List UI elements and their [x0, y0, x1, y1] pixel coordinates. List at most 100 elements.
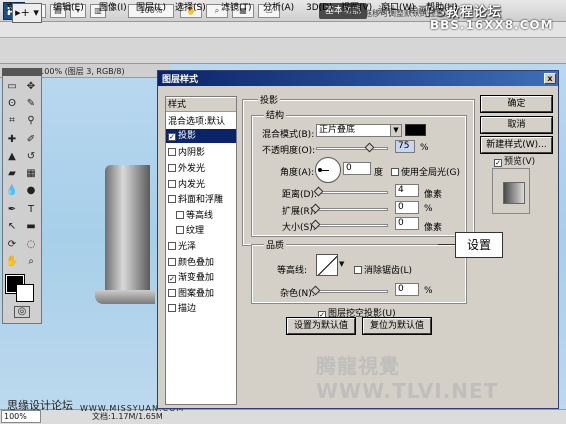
tools-panel-header[interactable]	[2, 68, 42, 76]
path-select-tool-icon[interactable]: ↖	[5, 220, 19, 234]
tool-preset-picker[interactable]: ▸+ ▾	[12, 3, 42, 23]
style-list-header[interactable]: 样式	[166, 98, 236, 112]
style-item-gradient-overlay[interactable]: ✓ 渐变叠加	[166, 271, 236, 285]
opacity-slider[interactable]	[316, 147, 388, 150]
style-item-satin[interactable]: 光泽	[166, 240, 236, 254]
style-item-drop-shadow[interactable]: ✓ 投影	[166, 129, 236, 143]
stroke-checkbox[interactable]	[168, 304, 176, 312]
blur-tool-icon[interactable]: 💧	[5, 184, 19, 198]
style-item-color-overlay[interactable]: 颜色叠加	[166, 256, 236, 270]
opacity-input[interactable]: 75	[395, 140, 415, 153]
chevron-down-icon[interactable]: ▼	[339, 260, 344, 268]
quick-select-tool-icon[interactable]: ✎	[24, 97, 38, 111]
quick-mask-icon[interactable]: ◎	[14, 306, 30, 318]
close-icon[interactable]: x	[544, 73, 556, 84]
menu-image[interactable]: 图像(I)	[98, 1, 128, 15]
style-item-blending-options[interactable]: 混合选项:默认	[166, 115, 236, 129]
3d-orbit-tool-icon[interactable]: ◌	[24, 238, 38, 252]
style-item-bevel-emboss[interactable]: 斜面和浮雕	[166, 193, 236, 207]
make-default-button[interactable]: 设置为默认值	[286, 317, 356, 335]
menu-select[interactable]: 选择(S)	[174, 1, 207, 15]
angle-unit: 度	[374, 168, 384, 178]
shape-tool-icon[interactable]: ▬	[24, 220, 38, 234]
distance-input[interactable]: 4	[395, 184, 419, 197]
menu-filter[interactable]: 滤镜(T)	[220, 1, 253, 15]
size-input[interactable]: 0	[395, 217, 419, 230]
distance-unit: 像素	[424, 190, 443, 200]
lasso-tool-icon[interactable]: ʘ	[5, 97, 19, 111]
menu-layer[interactable]: 图层(L)	[135, 1, 167, 15]
angle-input[interactable]: 0	[343, 162, 371, 175]
eraser-tool-icon[interactable]: ▰	[5, 167, 19, 181]
gradient-tool-icon[interactable]: ▦	[24, 167, 38, 181]
brush-tool-icon[interactable]: ✐	[24, 133, 38, 147]
noise-unit: %	[424, 286, 433, 296]
anti-aliased-option[interactable]: 消除锯齿(L)	[354, 263, 412, 276]
marquee-tool-icon[interactable]: ▭	[5, 80, 19, 94]
chevron-down-icon: ▼	[390, 125, 401, 136]
structure-title: 结构	[264, 108, 287, 121]
texture-checkbox[interactable]	[176, 226, 184, 234]
inner-glow-checkbox[interactable]	[168, 180, 176, 188]
new-style-button[interactable]: 新建样式(W)...	[480, 136, 553, 154]
background-color-swatch[interactable]	[16, 284, 34, 302]
style-item-contour[interactable]: 等高线	[166, 209, 236, 223]
menu-3d[interactable]: 3D(D)	[305, 1, 334, 15]
contour-picker[interactable]	[316, 254, 338, 276]
style-item-texture[interactable]: 纹理	[166, 224, 236, 238]
ok-button[interactable]: 确定	[480, 95, 553, 113]
distance-slider[interactable]	[316, 191, 388, 194]
reset-default-button[interactable]: 复位为默认值	[362, 317, 432, 335]
dialog-titlebar[interactable]	[158, 71, 558, 86]
angle-dial[interactable]	[315, 157, 341, 183]
spread-input[interactable]: 0	[395, 201, 419, 214]
contour-checkbox[interactable]	[176, 211, 184, 219]
pattern-overlay-checkbox[interactable]	[168, 289, 176, 297]
global-light-option[interactable]: 使用全局光(G)	[391, 165, 460, 178]
color-overlay-checkbox[interactable]	[168, 258, 176, 266]
move-tool-icon[interactable]: ✥	[24, 80, 38, 94]
satin-checkbox[interactable]	[168, 242, 176, 250]
bevel-emboss-checkbox[interactable]	[168, 195, 176, 203]
size-slider[interactable]	[316, 224, 388, 227]
type-tool-icon[interactable]: T	[24, 203, 38, 217]
healing-brush-tool-icon[interactable]: ✚	[5, 133, 19, 147]
preview-checkbox[interactable]: ✓	[494, 159, 502, 167]
pen-tool-icon[interactable]: ✒	[5, 203, 19, 217]
style-item-pattern-overlay[interactable]: 图案叠加	[166, 287, 236, 301]
style-item-stroke[interactable]: 描边	[166, 302, 236, 316]
drop-shadow-checkbox[interactable]: ✓	[168, 133, 176, 141]
noise-slider[interactable]	[316, 290, 388, 293]
blend-mode-select[interactable]: 正片叠底 ▼	[316, 124, 402, 137]
style-item-inner-shadow[interactable]: 内阴影	[166, 146, 236, 160]
inner-shadow-checkbox[interactable]	[168, 148, 176, 156]
spread-unit: %	[424, 204, 433, 214]
crop-tool-icon[interactable]: ⌗	[5, 114, 19, 128]
site-url-watermark: BBS.16XX8.COM	[430, 18, 554, 32]
options-bar	[0, 38, 566, 64]
noise-input[interactable]: 0	[395, 283, 419, 296]
preview-option[interactable]: ✓ 预览(V)	[494, 154, 535, 167]
clone-stamp-tool-icon[interactable]: ▲	[5, 150, 19, 164]
spread-slider[interactable]	[316, 208, 388, 211]
annotation-callout: 设置	[455, 232, 503, 258]
gradient-overlay-checkbox[interactable]: ✓	[168, 275, 176, 283]
zoom-tool-icon[interactable]: ⌕	[24, 255, 38, 269]
eyedropper-tool-icon[interactable]: ⚲	[24, 114, 38, 128]
dodge-tool-icon[interactable]: ●	[24, 184, 38, 198]
hand-tool-icon[interactable]: ✋	[5, 255, 19, 269]
anti-aliased-checkbox[interactable]	[354, 266, 362, 274]
3d-rotate-tool-icon[interactable]: ⟳	[5, 238, 19, 252]
callout-pointer	[438, 244, 456, 245]
outer-glow-checkbox[interactable]	[168, 164, 176, 172]
menu-edit[interactable]: 编辑(E)	[52, 1, 85, 15]
history-brush-tool-icon[interactable]: ↺	[24, 150, 38, 164]
global-light-checkbox[interactable]	[391, 168, 399, 176]
shadow-color-swatch[interactable]	[405, 124, 426, 136]
size-label: 大小(S):	[282, 223, 316, 233]
cancel-button[interactable]: 取消	[480, 116, 553, 134]
style-item-outer-glow[interactable]: 外发光	[166, 162, 236, 176]
style-item-inner-glow[interactable]: 内发光	[166, 178, 236, 192]
menu-analysis[interactable]: 分析(A)	[262, 1, 295, 15]
angle-label: 角度(A):	[280, 168, 315, 178]
